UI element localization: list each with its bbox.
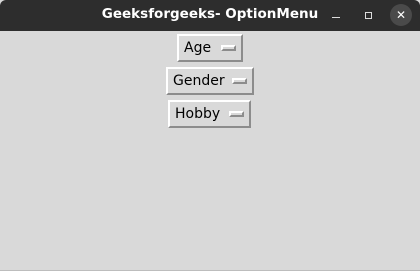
close-button[interactable]: ✕ xyxy=(390,4,412,26)
dropdown-indicator-icon xyxy=(229,111,244,117)
option-menu-selected-value: Gender xyxy=(173,73,225,89)
title-bar[interactable]: Geeksforgeeks- OptionMenu ✕ xyxy=(0,0,420,31)
maximize-button[interactable] xyxy=(357,4,379,26)
close-icon: ✕ xyxy=(395,8,407,22)
maximize-icon xyxy=(364,11,372,19)
dropdown-indicator-icon xyxy=(232,78,247,84)
option-menu-age[interactable]: Age xyxy=(177,34,243,62)
option-menu-hobby[interactable]: Hobby xyxy=(168,100,251,128)
option-menu-selected-value: Hobby xyxy=(175,106,221,122)
option-menu-selected-value: Age xyxy=(184,40,212,56)
option-menu-gender[interactable]: Gender xyxy=(166,67,254,95)
dropdown-indicator-icon xyxy=(221,45,236,51)
app-window: Geeksforgeeks- OptionMenu ✕ Age Gender H… xyxy=(0,0,420,271)
minimize-button[interactable] xyxy=(325,4,347,26)
minimize-icon xyxy=(332,16,340,18)
